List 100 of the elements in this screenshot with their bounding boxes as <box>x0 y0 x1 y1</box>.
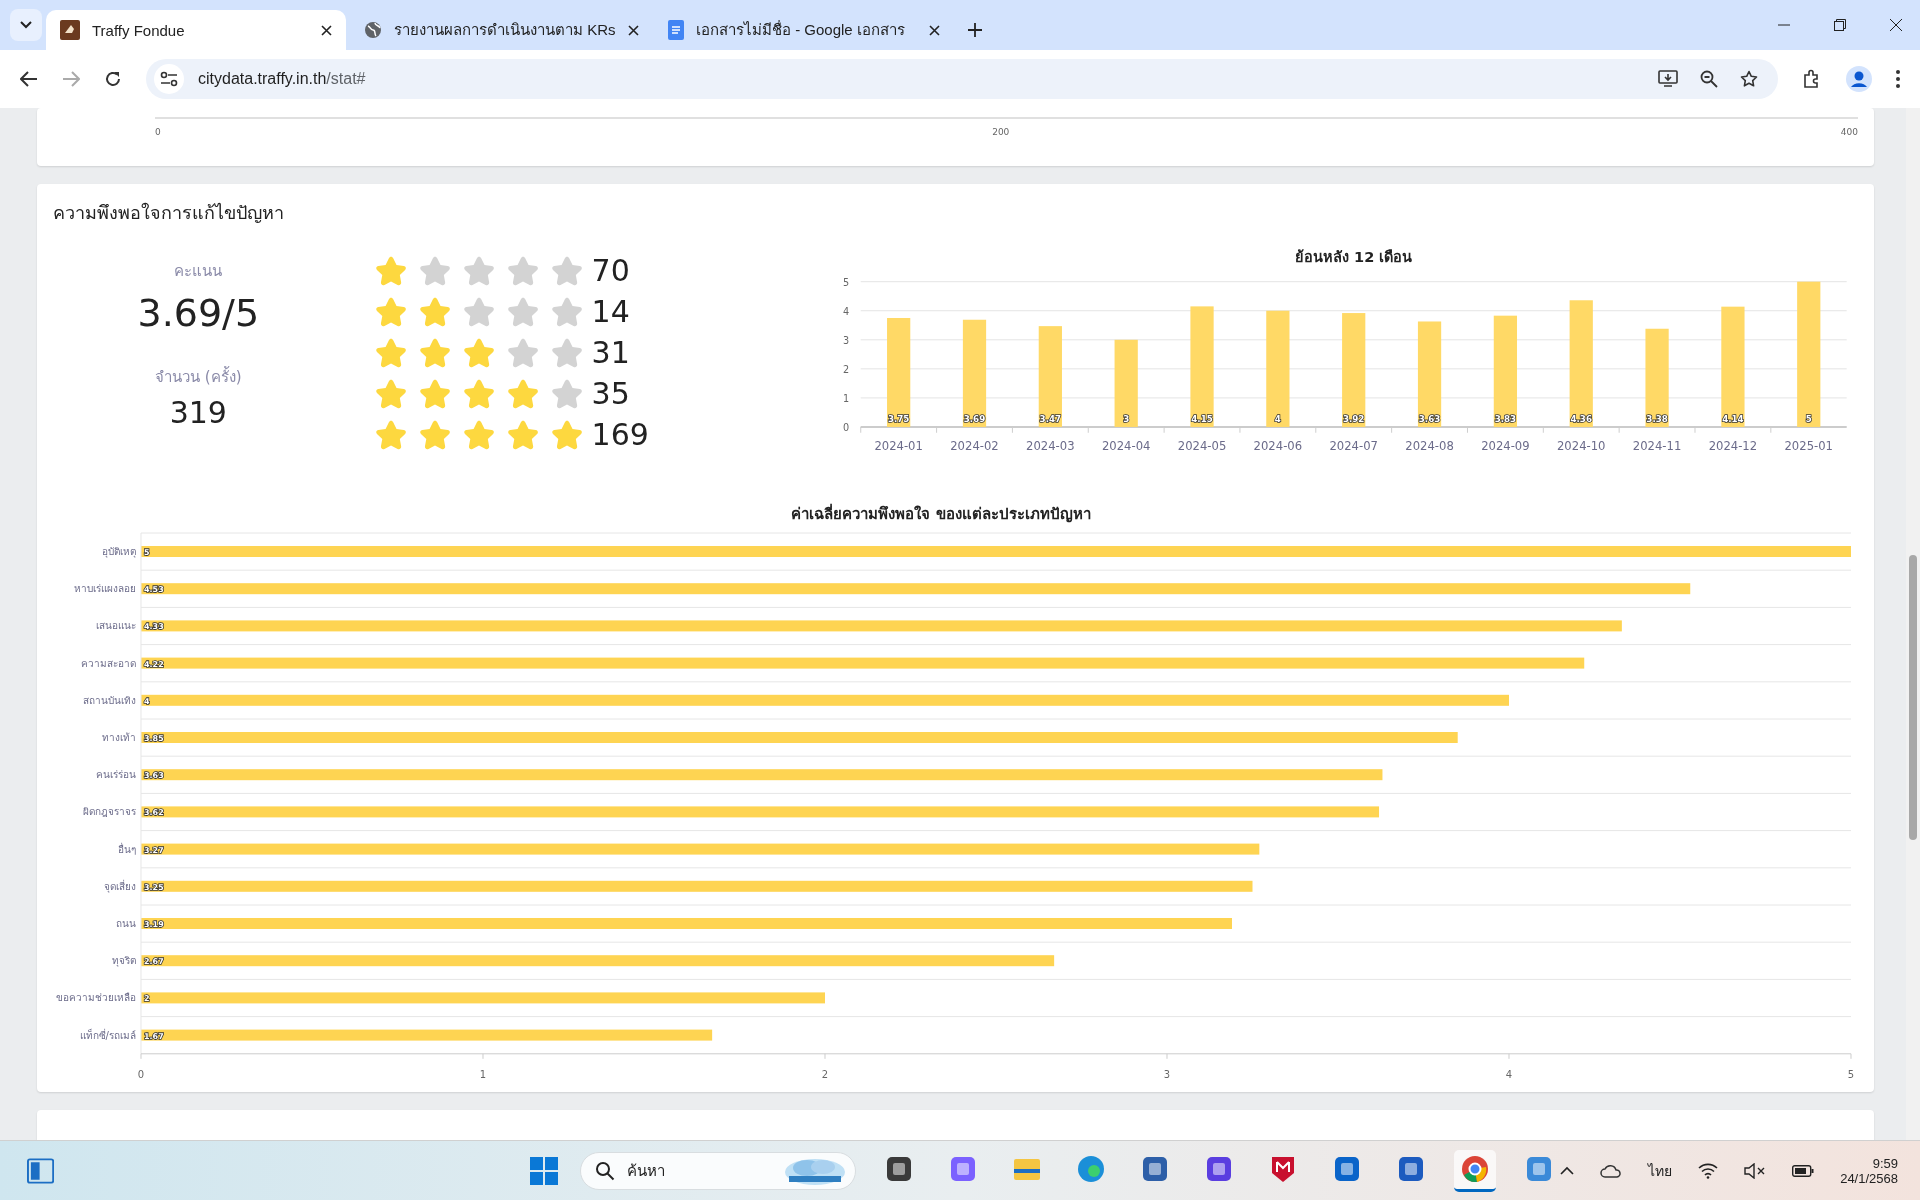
cloud-icon[interactable] <box>1600 1163 1623 1178</box>
star-icon <box>549 254 584 287</box>
axis-label: 2024-02 <box>949 439 999 454</box>
axis-label: 0 <box>155 127 161 137</box>
bar-value-label: 4.15 <box>1190 414 1213 425</box>
bar-value-label: 3.63 <box>144 771 164 781</box>
bar-value-label: 3 <box>1122 414 1129 425</box>
rating-count: 169 <box>591 417 649 452</box>
close-icon[interactable] <box>1890 19 1902 31</box>
bar-value-label: 1.67 <box>144 1031 164 1041</box>
axis-label: 2024-10 <box>1556 439 1606 454</box>
language-indicator[interactable]: ไทย <box>1648 1159 1673 1182</box>
chevron-up-icon[interactable] <box>1560 1166 1575 1175</box>
star-icon <box>505 295 540 328</box>
close-icon[interactable] <box>929 24 940 36</box>
axis-label: 3 <box>842 334 849 346</box>
battery-icon[interactable] <box>1792 1164 1815 1177</box>
bar-value-label: 3.85 <box>144 734 164 743</box>
scrollbar[interactable] <box>1906 108 1920 1140</box>
zoom-icon[interactable] <box>1700 70 1718 88</box>
star-icon[interactable] <box>1740 70 1758 88</box>
tab-search-button[interactable] <box>10 9 42 41</box>
close-icon[interactable] <box>321 24 332 36</box>
axis-label: 200 <box>992 127 1010 137</box>
axis-label: 2 <box>821 1068 829 1080</box>
browser-icon <box>1076 1154 1107 1184</box>
bar-value-label: 3.27 <box>144 845 164 855</box>
back-icon[interactable] <box>20 71 38 87</box>
star-icon <box>461 295 496 328</box>
taskbar-app[interactable] <box>1454 1149 1497 1192</box>
reload-icon[interactable] <box>104 70 122 88</box>
restore-icon[interactable] <box>1834 19 1846 31</box>
bar-value-label: 4.22 <box>144 659 164 669</box>
axis-label: จุดเสี่ยง <box>104 880 136 892</box>
axis-label: ถนน <box>116 918 136 929</box>
star-icon <box>549 418 584 451</box>
axis-label: ทุจริต <box>112 955 136 967</box>
star-icon <box>417 377 452 410</box>
star-icon <box>549 295 584 328</box>
chart-title: ย้อนหลัง 12 เดือน <box>1294 249 1413 266</box>
count-label: จำนวน (ครั้ง) <box>155 365 242 388</box>
star-icon <box>505 418 540 451</box>
site-info-icon[interactable] <box>154 64 184 94</box>
axis-label: สถานบันเทิง <box>83 694 136 706</box>
widgets-icon[interactable] <box>27 1157 55 1184</box>
browser-tab[interactable]: รายงานผลการดำเนินงานตาม KRs <box>350 10 650 50</box>
start-icon[interactable] <box>530 1156 559 1185</box>
axis-label: 0 <box>842 421 849 433</box>
bar-value-label: 2.67 <box>144 957 164 967</box>
axis-label: ความสะอาด <box>81 657 136 669</box>
star-icon <box>373 377 408 410</box>
wifi-icon[interactable] <box>1698 1162 1719 1179</box>
bar-value-label: 4 <box>1274 414 1281 425</box>
bar-value-label: 3.83 <box>1494 414 1516 425</box>
axis-label: 2024-05 <box>1177 439 1226 454</box>
search-bar[interactable]: ค้นหา <box>580 1151 857 1190</box>
bar-value-label: 4.33 <box>144 622 164 632</box>
section-title: ความพึงพอใจการแก้ไขปัญหา <box>53 201 285 225</box>
star-icon <box>461 377 496 410</box>
bar-value-label: 3.47 <box>1039 414 1061 425</box>
star-icon <box>373 418 408 451</box>
browser-tab[interactable]: Traffy Fondue <box>46 10 346 50</box>
globe-icon <box>364 21 382 39</box>
star-icon <box>549 377 584 410</box>
star-icon <box>461 418 496 451</box>
address-bar[interactable]: citydata.traffy.in.th/stat# <box>146 59 1778 99</box>
star-icon <box>461 254 496 287</box>
axis-label: ขอความช่วยเหลือ <box>56 992 136 1004</box>
axis-label: 2024-06 <box>1253 439 1302 454</box>
bar-value-label: 3.19 <box>144 920 164 929</box>
axis-label: 0 <box>137 1068 145 1080</box>
axis-label: 5 <box>842 276 849 288</box>
install-icon[interactable] <box>1658 70 1678 88</box>
star-icon <box>373 336 408 369</box>
star-icon <box>505 254 540 287</box>
star-icon <box>373 254 408 287</box>
axis-label: แท็กซี่/รถเมล์ <box>79 1029 136 1041</box>
clock[interactable]: 9:59 24/1/2568 <box>1840 1155 1898 1186</box>
count-value: 319 <box>169 395 227 430</box>
url-text: citydata.traffy.in.th/stat# <box>198 70 366 88</box>
bar-value-label: 5 <box>144 548 150 557</box>
star-icon <box>417 336 452 369</box>
bar-value-label: 3.25 <box>144 882 164 892</box>
browser-tab[interactable]: เอกสารไม่มีชื่อ - Google เอกสาร <box>654 10 954 50</box>
star-icon <box>505 377 540 410</box>
axis-label: 2024-08 <box>1405 439 1454 454</box>
profile-icon[interactable] <box>1846 66 1872 92</box>
document-icon <box>668 20 684 40</box>
close-icon[interactable] <box>627 24 639 36</box>
new-tab-icon[interactable] <box>968 23 982 37</box>
bar-value-label: 4.53 <box>144 585 164 595</box>
chevron-down-icon <box>20 21 32 29</box>
bar-value-label: 4.36 <box>1570 414 1592 425</box>
bar-value-label: 3.92 <box>1342 414 1365 425</box>
search-field[interactable]: ค้นหา <box>625 1160 774 1181</box>
axis-label: เสนอแนะ <box>96 620 136 632</box>
menu-icon[interactable] <box>1896 70 1900 88</box>
axis-label: 2024-04 <box>1101 439 1151 454</box>
muted-speaker-icon[interactable] <box>1744 1162 1767 1179</box>
axis-label: 5 <box>1847 1068 1855 1080</box>
